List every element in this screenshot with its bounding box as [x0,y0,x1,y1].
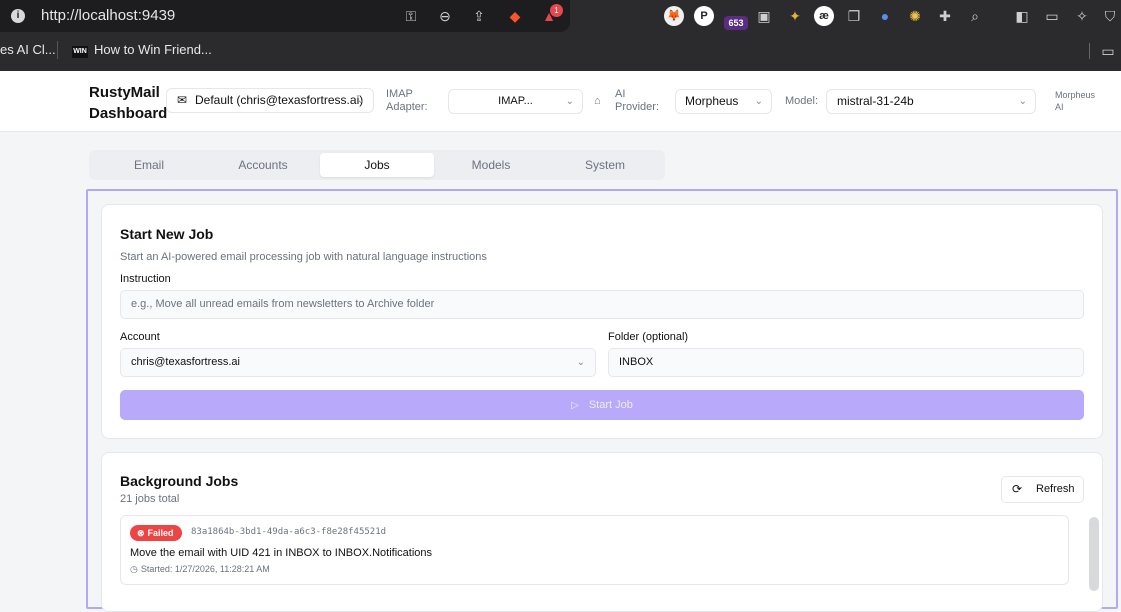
model-select-value: mistral-31-24b [837,94,914,108]
ai-provider-label: AI Provider: [615,88,659,114]
globe-extension-icon[interactable]: ● [876,7,894,25]
leaf-extension-icon[interactable]: ✦ [786,7,804,25]
tab-email[interactable]: Email [92,153,206,177]
refresh-label: Refresh [1036,483,1075,495]
url-text[interactable]: http://localhost:9439 [41,7,175,24]
chevron-down-icon: ⌄ [565,96,574,107]
bookmark-2[interactable]: WIN How to Win Friend... [72,42,212,58]
tab-models[interactable]: Models [434,153,548,177]
chevron-down-icon: ⌄ [754,96,763,107]
p-extension-icon[interactable]: P [694,6,714,26]
jobs-count: 21 jobs total [120,493,180,505]
model-select[interactable]: mistral-31-24b ⌄ [826,89,1036,114]
main-tabs: Email Accounts Jobs Models System [89,150,665,180]
browser-chrome: i http://localhost:9439 ⚿ ⊖ ⇪ ◆ ▲ 1 🦊 P … [0,0,1121,71]
job-started-text: Started: 1/27/2026, 11:28:21 AM [140,564,270,574]
status-badge: ⊗ Failed [130,525,182,541]
job-item[interactable]: ⊗ Failed 83a1864b-3bd1-49da-a6c3-f8e28f45… [120,515,1069,585]
bookmark-bar-divider [1089,43,1090,59]
instruction-label: Instruction [120,273,171,285]
tab-accounts[interactable]: Accounts [206,153,320,177]
chevron-down-icon: ⌄ [576,357,585,368]
ai-provider-select[interactable]: Morpheus ⌄ [675,89,772,114]
imap-select-value: IMAP... [498,95,533,107]
imap-adapter-label: IMAP Adapter: [386,88,428,114]
provider-tag-line2: AI [1055,102,1064,112]
play-icon: ▷ [571,400,579,411]
brand-line-2: Dashboard [89,105,168,122]
app-header: RustyMail Dashboard ✉ Default (chris@tex… [0,71,1121,132]
start-job-subtitle: Start an AI-powered email processing job… [120,251,487,263]
sidebar-toggle-icon[interactable]: ◧ [1013,7,1031,25]
background-jobs-title: Background Jobs [120,473,239,489]
mail-icon: ✉ [177,93,188,107]
address-bar[interactable]: i http://localhost:9439 ⚿ ⊖ ⇪ ◆ ▲ 1 [0,0,570,32]
zoom-out-icon[interactable]: ⊖ [436,7,454,25]
model-label: Model: [785,95,819,107]
instruction-input[interactable]: e.g., Move all unread emails from newsle… [120,290,1084,319]
share-icon[interactable]: ⇪ [470,7,488,25]
brand-line-1: RustyMail [89,84,160,101]
key-icon[interactable]: ⚿ [402,7,420,25]
jobs-scrollbar[interactable] [1089,517,1099,591]
save-extension-icon[interactable]: ▣ [755,7,773,25]
status-label: Failed [147,528,174,538]
start-job-title: Start New Job [120,226,214,242]
copy-extension-icon[interactable]: ❐ [845,7,863,25]
chevron-down-icon: ⌄ [1018,96,1027,107]
extension-badge: 653 [724,16,748,30]
imap-label-line1: IMAP [386,88,413,100]
wallet-icon[interactable]: ▭ [1043,7,1061,25]
vpn-shield-icon[interactable]: ⛉ [1101,7,1119,25]
bookmark-2-label: How to Win Friend... [94,42,212,57]
provider-tag-line1: Morpheus [1055,90,1096,100]
imap-label-line2: Adapter: [386,101,428,113]
puzzle-extension-icon[interactable]: ✚ [936,7,954,25]
bookmark-2-favicon: WIN [72,46,88,58]
folder-label: Folder (optional) [608,331,689,343]
ai-label-line2: Provider: [615,101,660,113]
bookmark-separator [57,41,58,59]
rewards-badge: 1 [550,4,563,17]
search-extension-icon[interactable]: ⌕ [966,7,984,25]
bookmarks-folder-icon[interactable]: ▭ [1099,42,1117,60]
bulb-extension-icon[interactable]: ✺ [906,7,924,25]
account-field-value: chris@texasfortress.ai [131,356,240,368]
page-title: RustyMail Dashboard [89,82,167,124]
provider-tag: Morpheus AI [1055,89,1095,113]
job-description: Move the email with UID 421 in INBOX to … [130,547,433,559]
account-label: Account [120,331,160,343]
brave-shield-icon[interactable]: ◆ [506,7,524,25]
account-select-field[interactable]: chris@texasfortress.ai ⌄ [120,348,596,377]
ae-extension-icon[interactable]: æ [814,6,834,26]
start-job-label: Start Job [588,399,633,411]
job-id: 83a1864b-3bd1-49da-a6c3-f8e28f45521d [191,527,387,537]
refresh-icon: ⟳ [1012,482,1023,496]
ai-label-line1: AI [615,88,626,100]
x-circle-icon: ⊗ [137,528,145,538]
imap-adapter-select[interactable]: IMAP... ⌄ [448,89,583,114]
metamask-extension-icon[interactable]: 🦊 [664,6,684,26]
leo-ai-icon[interactable]: ✧ [1073,7,1091,25]
tab-system[interactable]: System [548,153,662,177]
tab-jobs[interactable]: Jobs [320,153,434,177]
ai-provider-value: Morpheus [685,94,739,108]
refresh-button[interactable]: ⟳ Refresh [1001,476,1084,503]
clock-icon: ◷ [130,564,138,574]
start-job-button[interactable]: ▷ Start Job [120,390,1084,420]
job-started: ◷ Started: 1/27/2026, 11:28:21 AM [130,564,270,575]
site-info-icon[interactable]: i [11,9,25,23]
bot-icon: ⌂ [594,95,601,107]
bookmark-1[interactable]: es AI Cl... [0,42,56,57]
chevron-down-icon: ⌄ [356,95,365,106]
account-select[interactable]: ✉ Default (chris@texasfortress.ai) ⌄ [166,88,374,113]
account-select-value: Default (chris@texasfortress.ai) [195,93,364,107]
folder-input[interactable]: INBOX [608,348,1084,377]
